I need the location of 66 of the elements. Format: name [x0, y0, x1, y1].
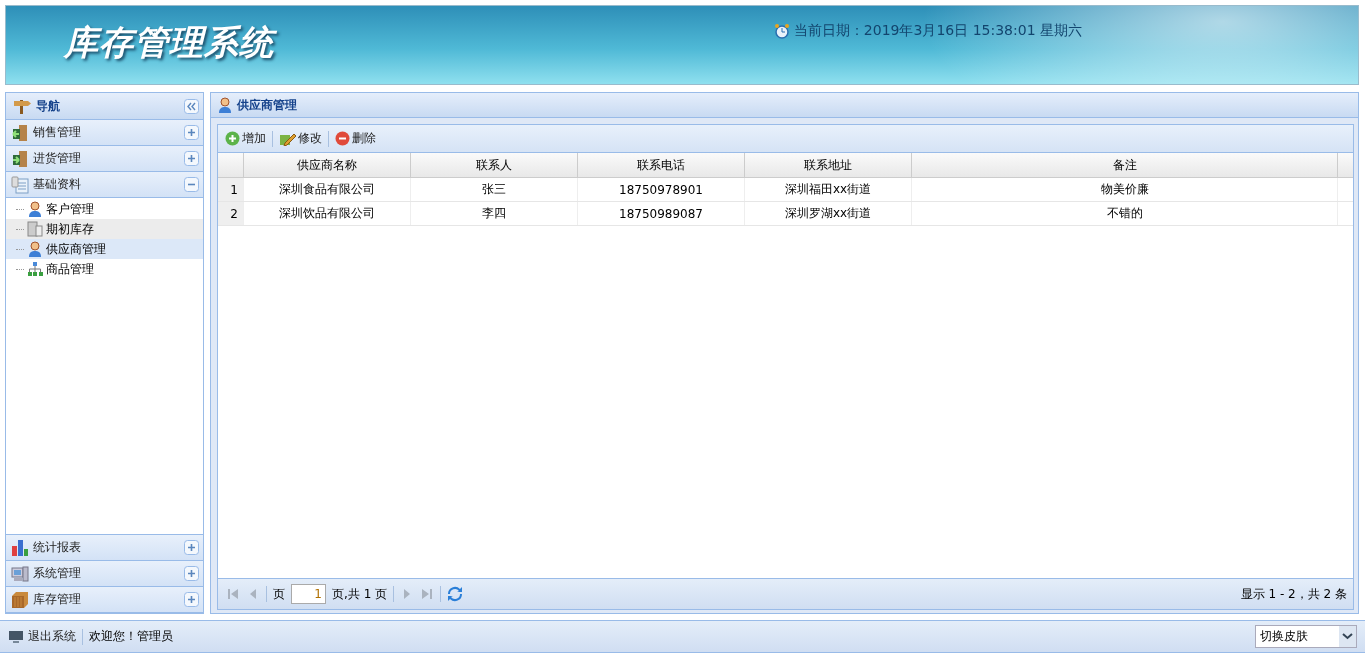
page-label: 页 — [273, 585, 285, 603]
expand-icon[interactable] — [184, 125, 199, 140]
page-number-field[interactable]: 1 — [291, 584, 326, 604]
hierarchy-icon — [27, 261, 43, 277]
pencil-icon — [279, 131, 296, 146]
table-cell: 深圳福田xx街道 — [745, 178, 912, 201]
page-total: 页,共 1 页 — [332, 585, 388, 603]
nav-tree-item[interactable]: 供应商管理 — [6, 239, 203, 259]
nav-tree-item[interactable]: 客户管理 — [6, 199, 203, 219]
dropdown-caret-icon — [1339, 626, 1356, 647]
toolbar-button[interactable]: 增加 — [222, 128, 269, 149]
nav-section-header[interactable]: 统计报表 — [6, 535, 203, 561]
nav-section-header[interactable]: 系统管理 — [6, 561, 203, 587]
person-icon — [217, 97, 233, 113]
collapse-left-icon[interactable] — [184, 98, 199, 114]
nav-header: 导航 — [6, 93, 203, 120]
logout-link[interactable]: 退出系统 — [28, 628, 76, 645]
table-cell: 不错的 — [912, 202, 1338, 225]
door-icon — [11, 123, 29, 142]
column-header[interactable]: 供应商名称 — [244, 153, 411, 177]
table-cell: 深圳饮品有限公司 — [244, 202, 411, 225]
column-header[interactable]: 联系地址 — [745, 153, 912, 177]
toolbar-button[interactable]: 修改 — [276, 128, 325, 149]
remove-icon — [335, 131, 350, 146]
expand-icon[interactable] — [184, 151, 199, 166]
table-cell: 张三 — [411, 178, 578, 201]
toolbar-button[interactable]: 删除 — [332, 128, 379, 149]
skin-select[interactable]: 切换皮肤 — [1255, 625, 1357, 648]
expand-icon[interactable] — [184, 540, 199, 555]
box-icon — [11, 590, 29, 609]
table-cell: 深圳食品有限公司 — [244, 178, 411, 201]
table-cell: 18750978901 — [578, 178, 745, 201]
current-datetime: 当前日期：2019年3月16日 15:38:01 星期六 — [793, 22, 1082, 40]
nav-section-header[interactable]: 进货管理 — [6, 146, 203, 172]
collapse-icon[interactable] — [184, 177, 199, 192]
column-header[interactable]: 备注 — [912, 153, 1338, 177]
welcome-text: 欢迎您！管理员 — [89, 628, 173, 645]
bar-chart-icon — [11, 538, 29, 557]
person-icon — [27, 241, 43, 257]
add-icon — [225, 131, 240, 146]
row-number: 2 — [218, 202, 244, 225]
table-cell: 18750989087 — [578, 202, 745, 225]
signpost-icon — [12, 98, 32, 114]
column-header[interactable]: 联系人 — [411, 153, 578, 177]
nav-section-header[interactable]: 销售管理 — [6, 120, 203, 146]
table-cell: 李四 — [411, 202, 578, 225]
server-icon — [27, 221, 43, 237]
page-summary: 显示 1 - 2，共 2 条 — [1240, 585, 1347, 603]
nav-tree-item[interactable]: 期初库存 — [6, 219, 203, 239]
panel-title-bar: 供应商管理 — [211, 93, 1358, 118]
alarm-clock-icon — [773, 23, 790, 39]
expand-icon[interactable] — [184, 566, 199, 581]
table-cell: 深圳罗湖xx街道 — [745, 202, 912, 225]
table-cell: 物美价廉 — [912, 178, 1338, 201]
nav-section-header[interactable]: 库存管理 — [6, 587, 203, 613]
refresh-icon[interactable] — [447, 586, 464, 602]
door-icon — [11, 149, 29, 168]
person-icon — [27, 201, 43, 217]
nav-section-header[interactable]: 基础资料 — [6, 172, 203, 198]
nav-tree-item[interactable]: 商品管理 — [6, 259, 203, 279]
computer-icon — [11, 564, 29, 583]
monitor-icon — [8, 629, 24, 644]
form-icon — [11, 175, 29, 194]
column-header[interactable]: 联系电话 — [578, 153, 745, 177]
expand-icon[interactable] — [184, 592, 199, 607]
row-number: 1 — [218, 178, 244, 201]
